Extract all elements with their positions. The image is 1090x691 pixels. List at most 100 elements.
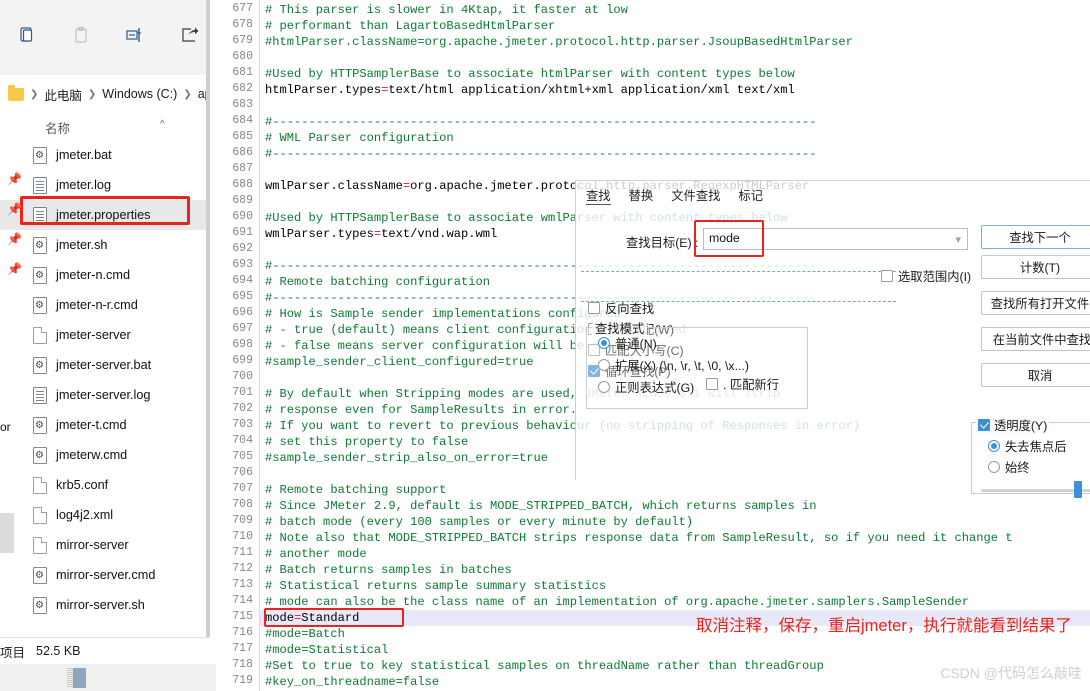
rename-icon[interactable] [122,22,148,48]
find-dialog-button-2[interactable]: 查找所有打开文件( [981,291,1090,315]
find-dialog-tabs[interactable]: 查找 替换 文件查找 标记 [576,181,1090,209]
code-line[interactable]: # This parser is slower in 4Ktap, it fas… [265,2,628,18]
copy-icon[interactable] [14,22,40,48]
code-line[interactable]: # batch mode (every 100 samples or every… [265,514,693,530]
line-number: 696 [232,306,253,319]
code-line[interactable]: #Used by HTTPSamplerBase to associate ht… [265,66,795,82]
find-dialog[interactable]: 查找替换文件查找标记 查找目标(E) : ▾ 选取范围内(I) 反向查找全词匹配… [575,180,1090,498]
find-dialog-button-4[interactable]: 取消 [981,363,1090,387]
radio-box[interactable] [988,461,1000,473]
radio-box[interactable] [598,381,610,393]
dot-matches-newline-checkbox[interactable]: . 匹配新行 [706,375,779,393]
breadcrumb-item-0[interactable]: 此电脑 [44,85,82,104]
code-line[interactable]: #mode=Batch [265,626,345,642]
file-list[interactable]: jmeter.bat jmeter.log jmeter.properties jme… [0,140,210,635]
find-dialog-button-3[interactable]: 在当前文件中查找 [981,327,1090,351]
file-list-item[interactable]: jmeter.log [0,170,210,200]
radio-box[interactable] [988,440,1000,452]
find-dialog-tab-0[interactable]: 查找 [586,186,611,205]
checkbox-box[interactable] [881,270,893,282]
transparency-radio-list[interactable]: 失去焦点后始终 [988,437,1067,479]
file-list-item[interactable]: krb5.conf [0,470,210,500]
search-mode-radio-0[interactable]: 普通(N) [598,334,749,352]
file-list-item[interactable]: jmeter-server.log [0,380,210,410]
search-mode-radio-1[interactable]: 扩展(X) (\n, \r, \t, \0, \x...) [598,356,749,374]
file-list-item[interactable]: jmeter-server.bat [0,350,210,380]
code-line[interactable]: # Statistical returns sample summary sta… [265,578,606,594]
radio-box[interactable] [598,337,610,349]
file-list-item[interactable]: jmeter-n-r.cmd [0,290,210,320]
code-line[interactable]: # Remote batching support [265,482,446,498]
code-line[interactable]: # Since JMeter 2.9, default is MODE_STRI… [265,498,817,514]
code-line[interactable]: # mode can also be the class name of an … [265,594,969,610]
checkbox-box[interactable] [706,378,718,390]
code-line[interactable]: # Batch returns samples in batches [265,562,512,578]
code-line[interactable]: # How is Sample sender implementations c… [265,306,628,322]
find-dialog-tab-2[interactable]: 文件查找 [671,186,720,204]
code-line[interactable]: #mode=Statistical [265,642,388,658]
file-list-item[interactable]: log4j2.xml [0,500,210,530]
breadcrumb[interactable]: ❯ 此电脑 ❯ Windows (C:) ❯ ap [0,75,210,113]
transparency-option-label: 失去焦点后 [1005,440,1067,454]
file-list-item[interactable]: jmeter-t.cmd [0,410,210,440]
code-line[interactable]: mode=Standard [265,610,359,626]
find-what-combobox[interactable]: ▾ [703,228,968,250]
line-number: 713 [232,578,253,591]
transparency-slider-thumb[interactable] [1074,481,1082,498]
line-number: 706 [232,466,253,479]
chevron-down-icon[interactable]: ▾ [955,233,961,246]
file-explorer-pane: ❯ 此电脑 ❯ Windows (C:) ❯ ap 名称 ^ jmeter.ba… [0,0,216,691]
radio-box[interactable] [598,359,610,371]
find-option-0[interactable]: 反向查找 [588,299,684,317]
code-line[interactable]: # performant than LagartoBasedHtmlParser [265,18,555,34]
breadcrumb-chevron-icon: ❯ [30,88,39,100]
file-list-item[interactable]: jmeter.properties [0,200,210,230]
horizontal-scrollbar-thumb[interactable] [67,668,86,688]
scope-checkbox[interactable]: 选取范围内(I) [881,267,971,285]
code-line[interactable]: # Remote batching configuration [265,274,490,290]
paste-icon[interactable] [68,22,94,48]
share-icon[interactable] [176,22,202,48]
code-line[interactable]: # - false means server configuration wil… [265,338,621,354]
find-dialog-tab-1[interactable]: 替换 [629,186,654,204]
code-line[interactable]: #---------------------------------------… [265,114,817,130]
file-list-item[interactable]: mirror-server [0,530,210,560]
code-line[interactable]: wmlParser.types=text/vnd.wap.wml [265,226,497,242]
file-list-item[interactable]: jmeter-n.cmd [0,260,210,290]
file-list-item[interactable]: jmeter-server [0,320,210,350]
column-header-name[interactable]: 名称 [45,118,70,137]
transparency-radio-0[interactable]: 失去焦点后 [988,437,1067,455]
code-line[interactable]: #Set to true to key statistical samples … [265,658,824,674]
code-line[interactable]: #htmlParser.className=org.apache.jmeter.… [265,34,853,50]
find-dialog-tab-3[interactable]: 标记 [738,186,763,204]
checkbox-box[interactable] [588,302,600,314]
transparency-legend[interactable]: 透明度(Y) [976,416,1050,434]
code-line[interactable]: # set this property to false [265,434,468,450]
plain-file-icon [33,536,47,554]
find-what-input[interactable] [709,231,929,245]
code-line[interactable]: #---------------------------------------… [265,146,817,162]
find-dialog-button-0[interactable]: 查找下一个 [981,225,1090,249]
code-line[interactable]: htmlParser.types=text/html application/x… [265,82,795,98]
breadcrumb-item-1[interactable]: Windows (C:) [102,87,177,101]
code-line[interactable]: #key_on_threadname=false [265,674,439,690]
code-line[interactable]: # response even for SampleResults in err… [265,402,577,418]
sort-ascending-icon: ^ [160,119,165,130]
file-list-item[interactable]: jmeter.sh [0,230,210,260]
file-list-item[interactable]: mirror-server.sh [0,590,210,620]
transparency-checkbox[interactable] [978,419,990,431]
code-line[interactable]: # another mode [265,546,367,562]
explorer-bottom-strip [0,664,216,691]
file-list-item[interactable]: jmeter.bat [0,140,210,170]
code-line[interactable]: # Note also that MODE_STRIPPED_BATCH str… [265,530,1013,546]
code-line[interactable]: #sample_sender_strip_also_on_error=true [265,450,548,466]
file-list-item[interactable]: mirror-server.cmd [0,560,210,590]
transparency-radio-1[interactable]: 始终 [988,458,1067,476]
line-number: 707 [232,482,253,495]
code-line[interactable]: #sample_sender_client_configured=true [265,354,534,370]
code-line[interactable]: # WML Parser configuration [265,130,454,146]
script-file-icon [33,416,47,434]
file-list-item[interactable]: jmeterw.cmd [0,440,210,470]
file-name-label: jmeter.bat [56,148,112,162]
find-dialog-button-1[interactable]: 计数(T) [981,255,1090,279]
